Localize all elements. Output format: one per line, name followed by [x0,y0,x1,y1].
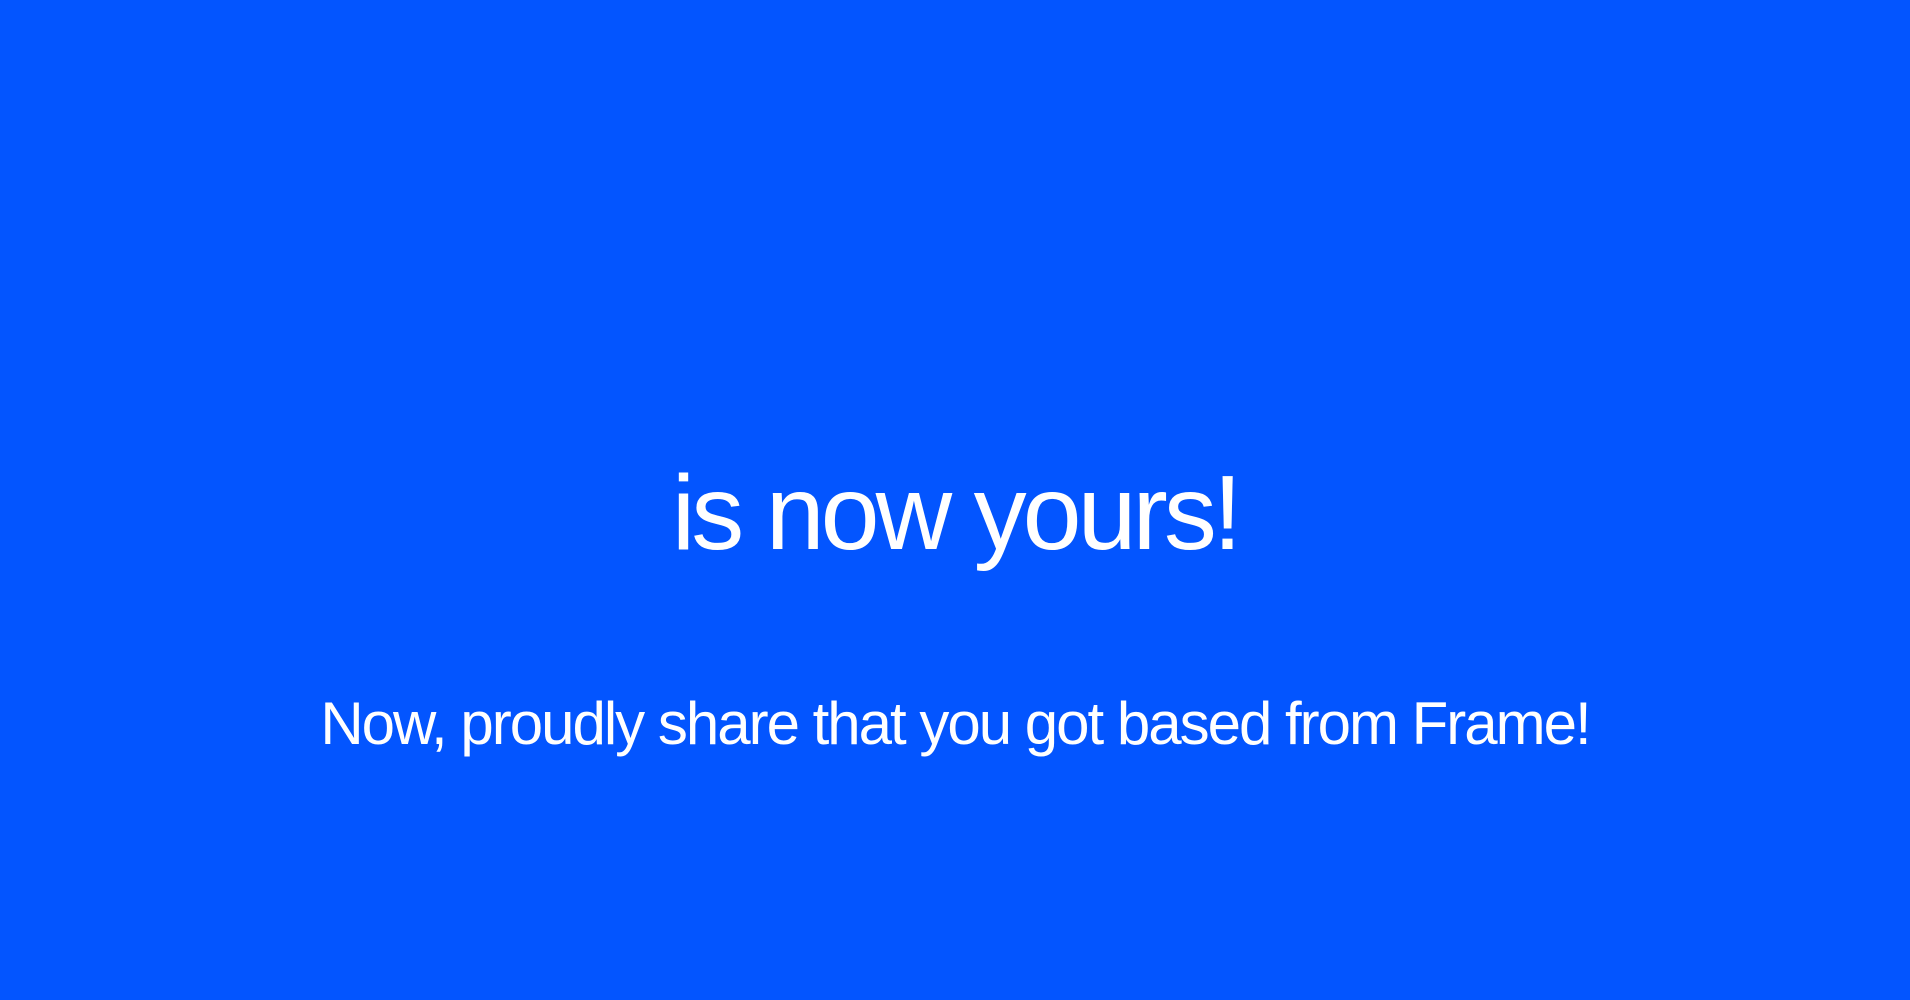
headline: is now yours! [671,454,1243,572]
success-page: is now yours! Now, proudly share that yo… [0,0,1910,1000]
share-message: Now, proudly share that you got based fr… [320,690,1591,757]
